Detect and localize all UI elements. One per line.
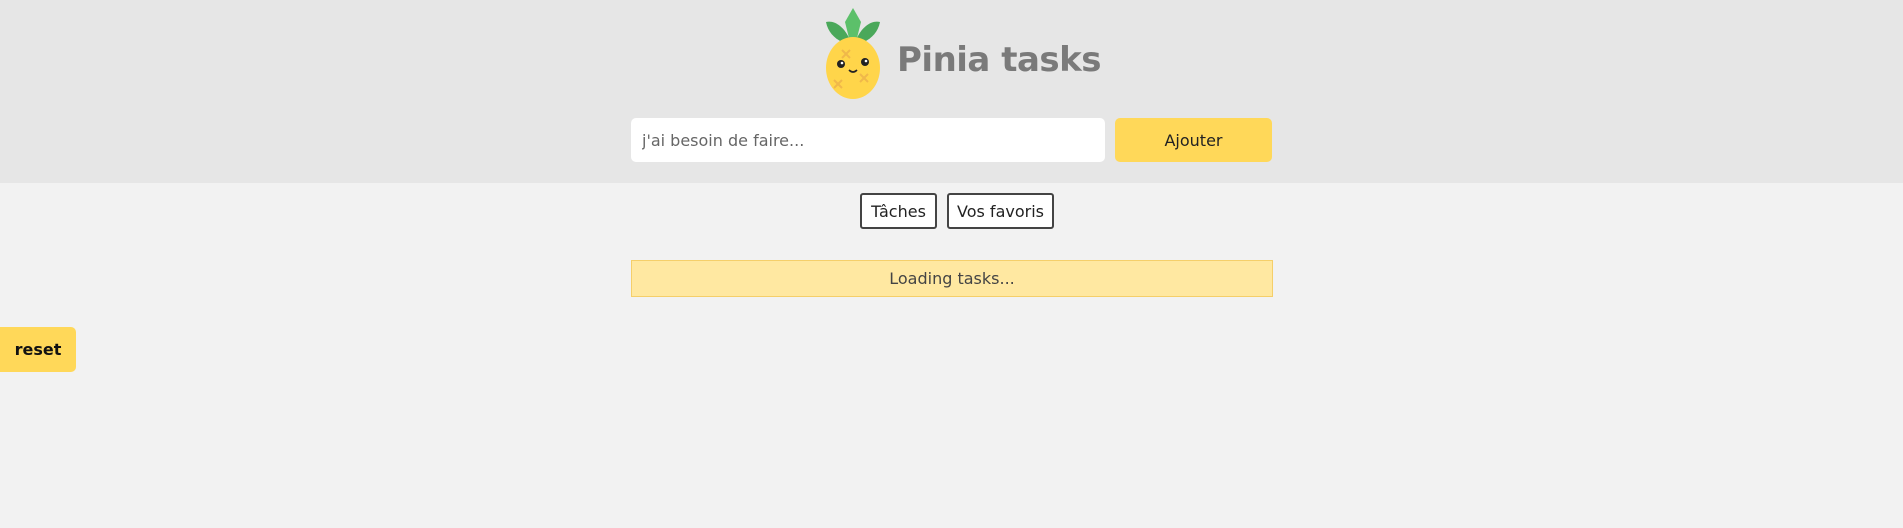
- task-input[interactable]: [631, 118, 1105, 162]
- tab-favorites[interactable]: Vos favoris: [947, 193, 1054, 229]
- header: Pinia tasks Ajouter: [0, 0, 1903, 183]
- reset-button[interactable]: reset: [0, 327, 76, 372]
- add-task-button[interactable]: Ajouter: [1115, 118, 1272, 162]
- tab-tasks[interactable]: Tâches: [860, 193, 937, 229]
- app-title: Pinia tasks: [897, 40, 1102, 80]
- pineapple-icon: [826, 8, 880, 99]
- loading-message: Loading tasks...: [631, 260, 1273, 297]
